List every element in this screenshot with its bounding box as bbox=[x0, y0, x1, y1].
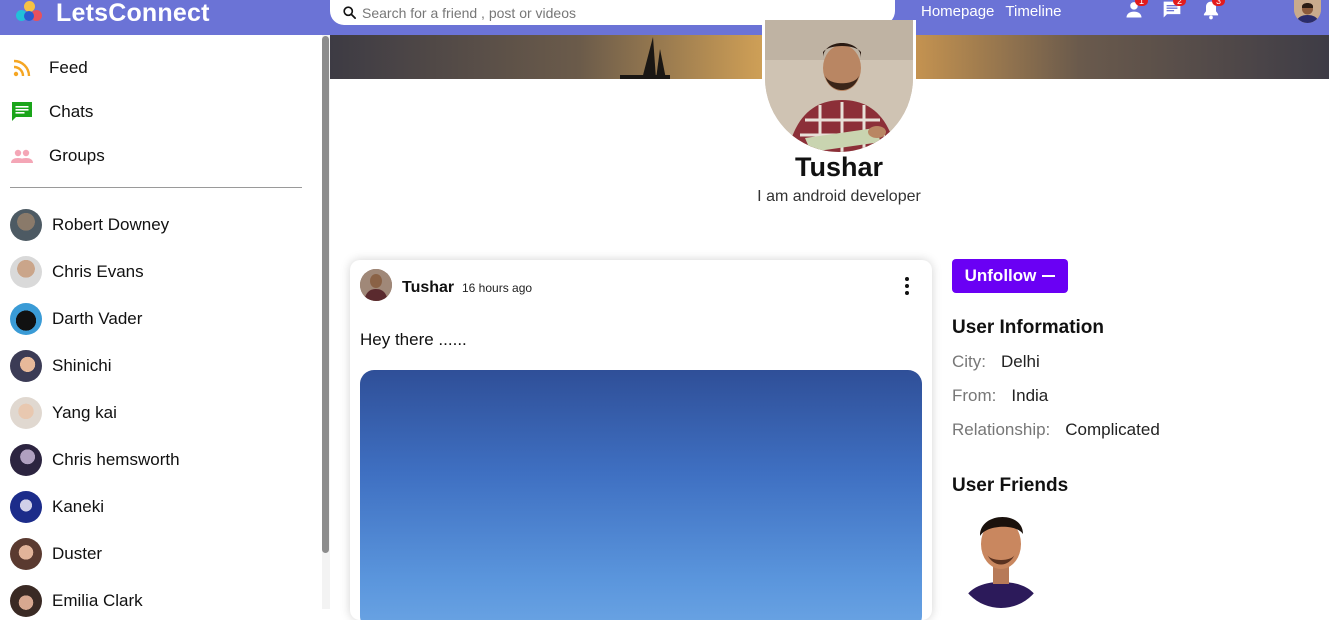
friend-item-shinichi[interactable]: Shinichi bbox=[10, 350, 112, 382]
friend-item-chris-hemsworth[interactable]: Chris hemsworth bbox=[10, 444, 180, 476]
unfollow-button[interactable]: Unfollow bbox=[952, 259, 1068, 293]
avatar bbox=[10, 585, 42, 617]
post-author-photo bbox=[360, 269, 392, 301]
top-links: Homepage Timeline bbox=[921, 3, 1062, 20]
info-value: Complicated bbox=[1065, 420, 1160, 439]
messages-button[interactable]: 2 bbox=[1161, 0, 1186, 20]
friend-name: Yang kai bbox=[52, 403, 117, 422]
info-row-city: City: Delhi bbox=[952, 352, 1040, 372]
info-key: Relationship: bbox=[952, 420, 1051, 439]
profile-picture[interactable] bbox=[762, 20, 916, 155]
sidebar-item-feed[interactable]: Feed bbox=[10, 56, 88, 80]
info-value: India bbox=[1011, 386, 1049, 405]
post-author-avatar[interactable] bbox=[360, 269, 392, 301]
timeline-link[interactable]: Timeline bbox=[1005, 3, 1061, 20]
logo-icon bbox=[14, 0, 46, 26]
friend-name: Chris Evans bbox=[52, 262, 144, 281]
info-key: From: bbox=[952, 386, 997, 405]
chat-icon bbox=[12, 102, 32, 121]
avatar bbox=[10, 303, 42, 335]
sidebar-item-groups[interactable]: Groups bbox=[10, 144, 105, 168]
friend-name: Kaneki bbox=[52, 497, 104, 516]
post-timestamp: 16 hours ago bbox=[462, 281, 533, 295]
info-value: Delhi bbox=[1001, 352, 1040, 371]
friend-item-yang-kai[interactable]: Yang kai bbox=[10, 397, 117, 429]
search-input[interactable] bbox=[362, 4, 882, 21]
user-photo bbox=[1294, 0, 1321, 23]
sidebar: Feed Chats Groups Robert Downey Chris Ev… bbox=[0, 35, 322, 617]
friend-name: Shinichi bbox=[52, 356, 112, 375]
info-row-relationship: Relationship: Complicated bbox=[952, 420, 1160, 440]
sidebar-scrollbar-thumb[interactable] bbox=[322, 36, 329, 553]
user-friend-photo[interactable] bbox=[957, 504, 1045, 608]
info-row-from: From: India bbox=[952, 386, 1048, 406]
friend-item-kaneki[interactable]: Kaneki bbox=[10, 491, 104, 523]
friend-item-chris-evans[interactable]: Chris Evans bbox=[10, 256, 144, 288]
search-icon bbox=[343, 6, 356, 19]
post-text: Hey there ...... bbox=[360, 330, 467, 349]
groups-icon bbox=[11, 149, 33, 163]
friend-requests-badge: 1 bbox=[1135, 0, 1148, 6]
avatar bbox=[10, 491, 42, 523]
minus-icon bbox=[1042, 275, 1056, 277]
sidebar-divider bbox=[10, 187, 302, 188]
top-bar: LetsConnect Homepage Timeline 1 2 bbox=[0, 0, 1329, 35]
friend-name: Duster bbox=[52, 544, 103, 563]
profile-photo bbox=[765, 20, 913, 152]
homepage-link[interactable]: Homepage bbox=[921, 3, 994, 20]
avatar bbox=[10, 397, 42, 429]
avatar bbox=[10, 256, 42, 288]
sidebar-item-label: Chats bbox=[49, 102, 94, 121]
user-information-heading: User Information bbox=[952, 317, 1105, 338]
more-vert-icon[interactable] bbox=[903, 276, 911, 296]
notifications-button[interactable]: 3 bbox=[1200, 0, 1225, 20]
friend-photo bbox=[957, 504, 1045, 608]
rss-icon bbox=[13, 59, 31, 77]
friend-name: Robert Downey bbox=[52, 215, 170, 234]
post-card: Tushar 16 hours ago Hey there ...... bbox=[350, 260, 932, 620]
profile-name: Tushar bbox=[794, 152, 883, 182]
friend-requests-button[interactable]: 1 bbox=[1123, 0, 1148, 20]
profile-description: I am android developer bbox=[757, 188, 921, 205]
avatar bbox=[10, 538, 42, 570]
friend-item-robert-downey[interactable]: Robert Downey bbox=[10, 209, 169, 241]
sidebar-item-chats[interactable]: Chats bbox=[10, 100, 93, 124]
friend-item-darth-vader[interactable]: Darth Vader bbox=[10, 303, 142, 335]
current-user-avatar[interactable] bbox=[1294, 0, 1321, 23]
post-author-name[interactable]: Tushar bbox=[402, 279, 454, 297]
friend-name: Chris hemsworth bbox=[52, 450, 180, 469]
friend-name: Emilia Clark bbox=[52, 591, 143, 610]
avatar bbox=[10, 209, 42, 241]
app-logo[interactable]: LetsConnect bbox=[14, 0, 210, 27]
notifications-badge: 3 bbox=[1212, 0, 1225, 6]
app-name: LetsConnect bbox=[56, 0, 210, 27]
friend-name: Darth Vader bbox=[52, 309, 143, 328]
unfollow-label: Unfollow bbox=[964, 266, 1037, 285]
avatar bbox=[10, 444, 42, 476]
friend-item-duster[interactable]: Duster bbox=[10, 538, 102, 570]
messages-badge: 2 bbox=[1173, 0, 1186, 6]
sidebar-item-label: Groups bbox=[49, 146, 105, 165]
info-key: City: bbox=[952, 352, 986, 371]
post-image[interactable] bbox=[360, 370, 922, 620]
avatar bbox=[10, 350, 42, 382]
user-friends-heading: User Friends bbox=[952, 475, 1069, 496]
friend-item-emilia-clark[interactable]: Emilia Clark bbox=[10, 585, 143, 617]
sidebar-item-label: Feed bbox=[49, 58, 88, 77]
